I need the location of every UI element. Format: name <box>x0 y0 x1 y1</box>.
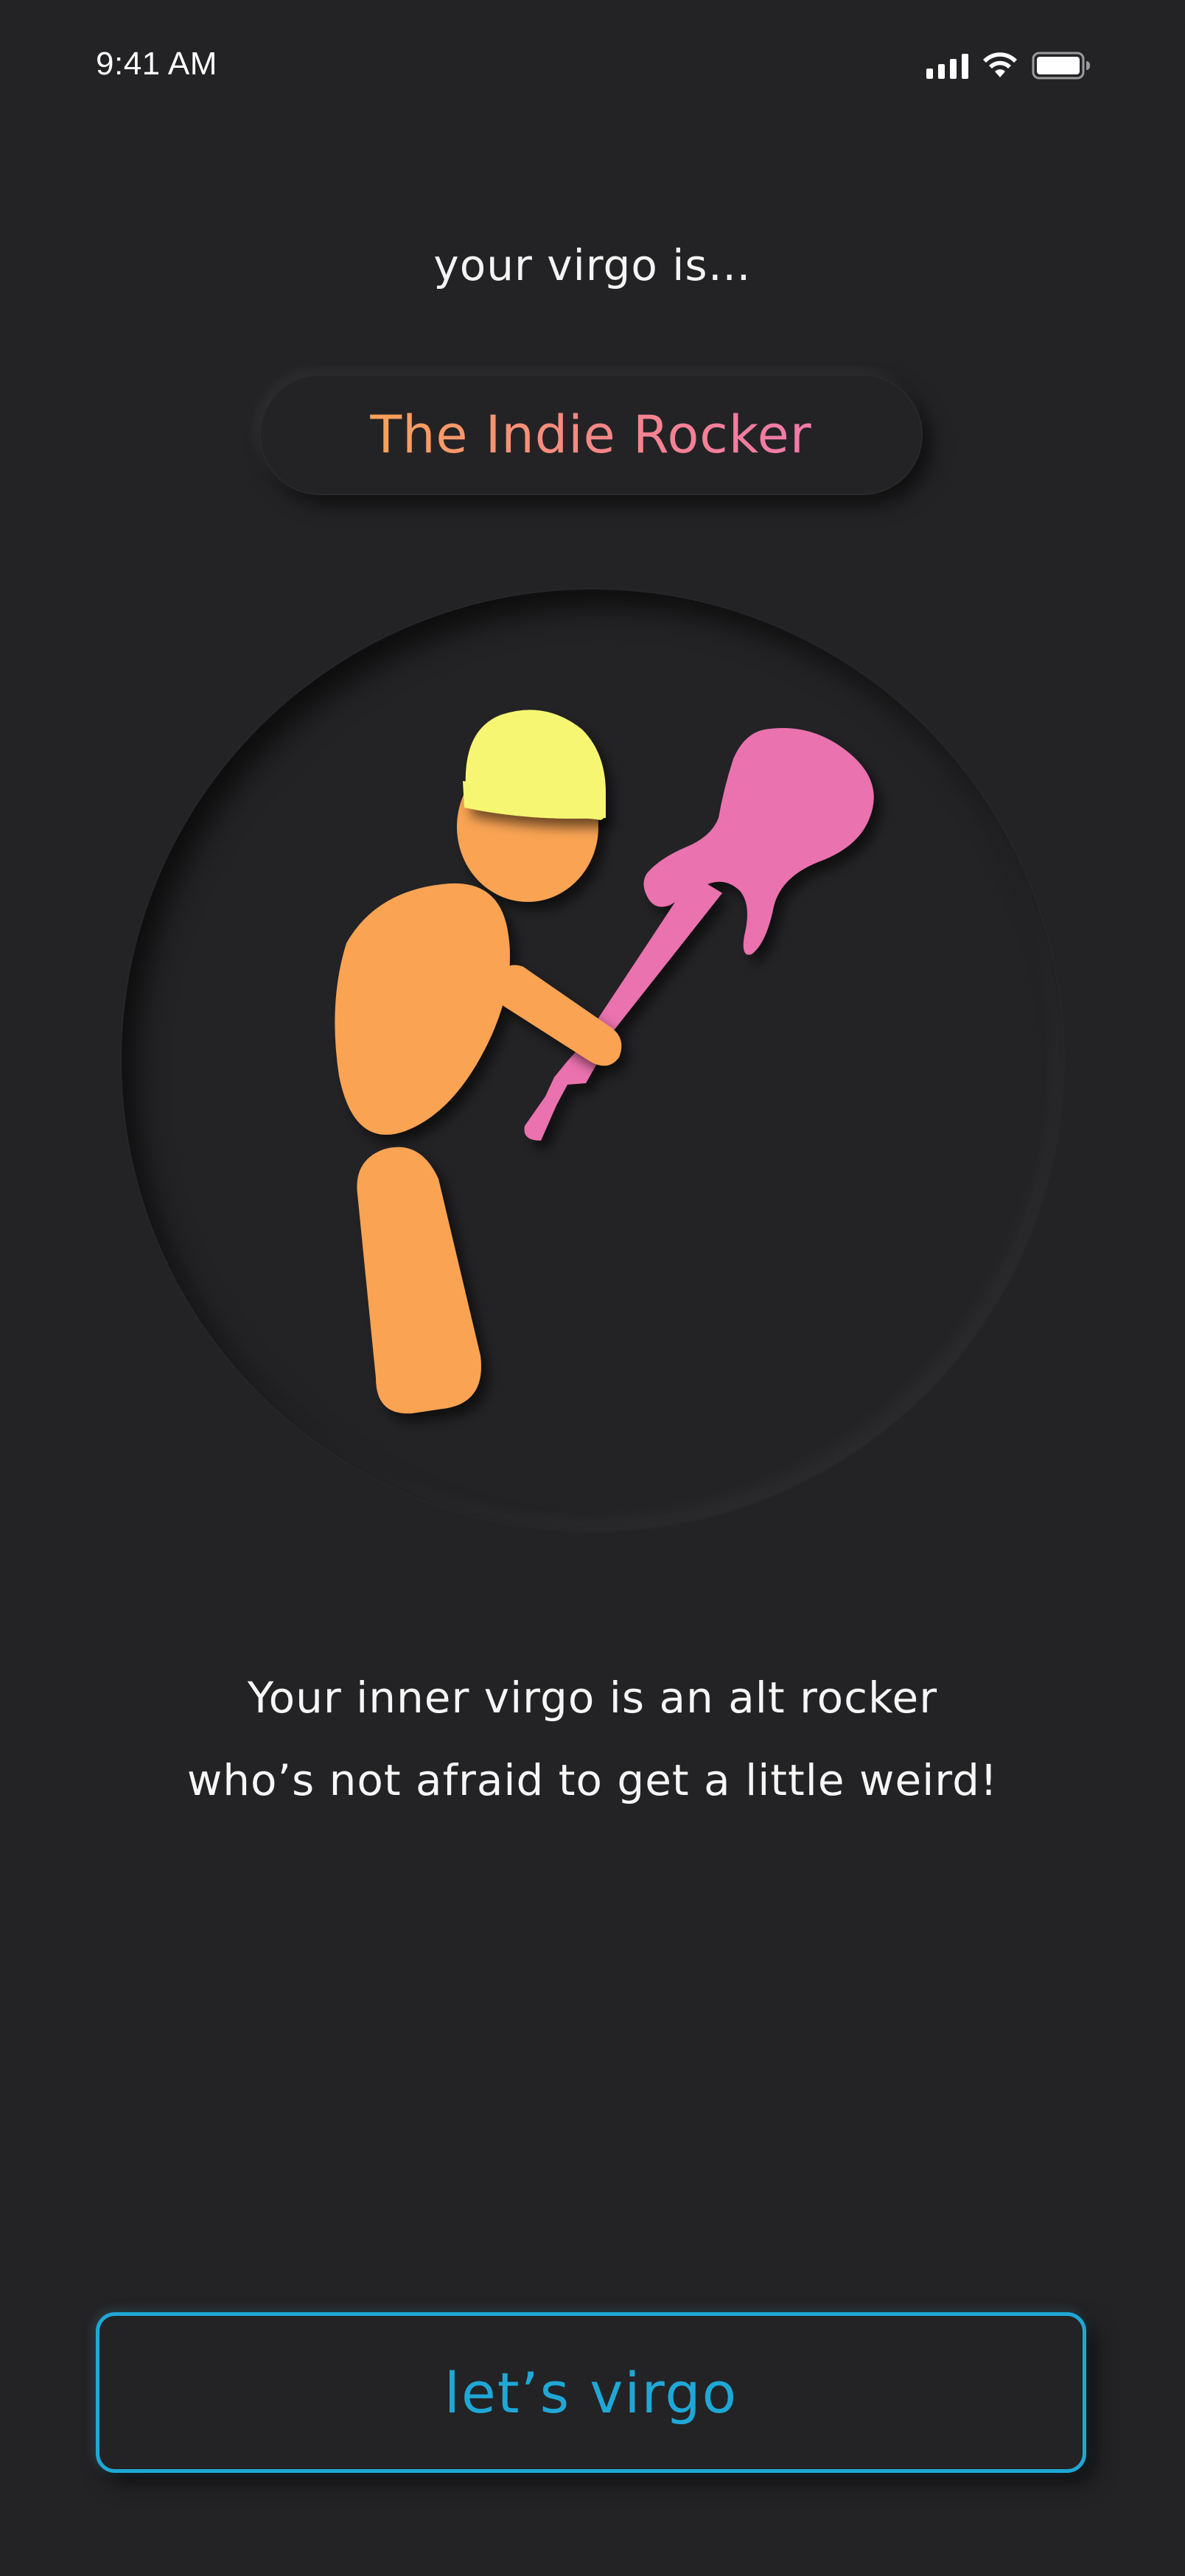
description-line-1: Your inner virgo is an alt rocker <box>247 1673 938 1723</box>
lets-virgo-button-label: let’s virgo <box>444 2359 738 2426</box>
lets-virgo-button[interactable]: let’s virgo <box>96 2312 1086 2473</box>
result-description: Your inner virgo is an alt rocker who’s … <box>0 1656 1185 1821</box>
beanie-icon <box>463 710 606 820</box>
indie-rocker-illustration <box>335 710 874 1414</box>
description-line-2: who’s not afraid to get a little weird! <box>186 1755 999 1805</box>
result-screen: 9:41 AM your virgo is… The Indie Rocker … <box>0 0 1185 2576</box>
